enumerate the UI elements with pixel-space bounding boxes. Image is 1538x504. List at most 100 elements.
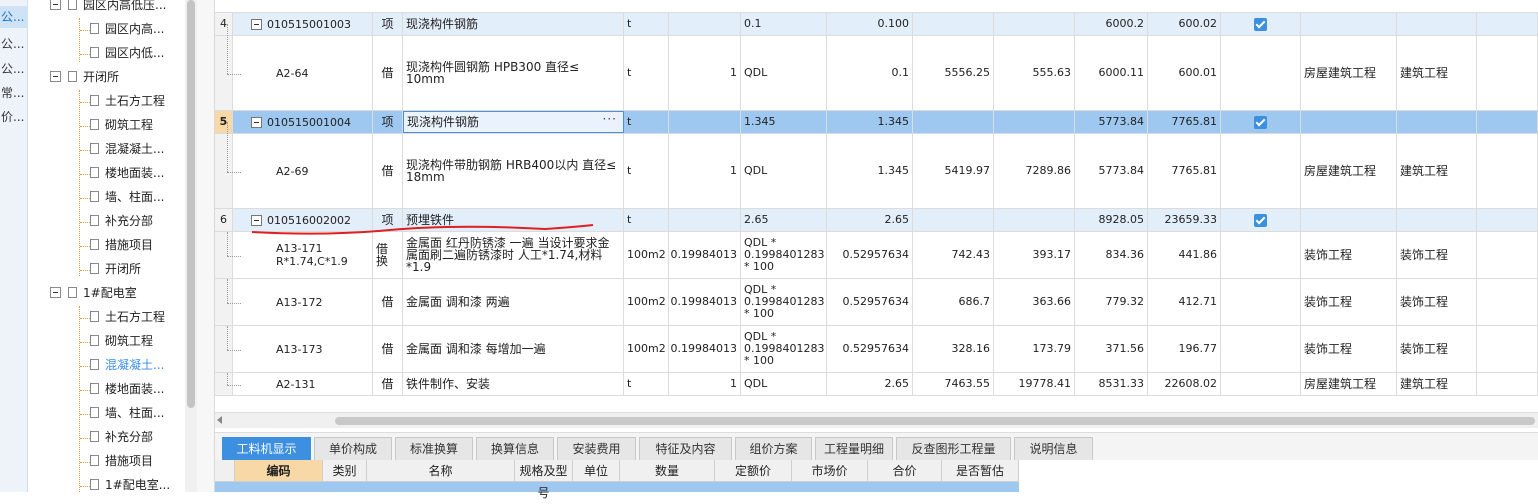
tree-node-label: 墙、柱面...: [105, 406, 165, 420]
collapse-icon[interactable]: [50, 71, 61, 82]
document-icon: [90, 167, 99, 178]
horizontal-scroll-thumb[interactable]: [335, 417, 1535, 425]
document-icon: [90, 407, 99, 418]
tree-leaf-node[interactable]: 土石方工程: [80, 306, 165, 328]
resource-column-header[interactable]: 规格及型号: [515, 460, 573, 500]
tree-node-label: 1#配电室...: [105, 478, 171, 492]
tab-2[interactable]: 标准换算: [395, 437, 473, 460]
tree-connector: [80, 126, 90, 127]
tree-leaf-node[interactable]: 园区内高...: [80, 18, 164, 40]
tree-node-label: 土石方工程: [105, 310, 166, 324]
resource-table-row[interactable]: [215, 482, 1019, 492]
tree-connector: [80, 198, 90, 199]
resource-column-header[interactable]: 市场价: [792, 460, 868, 482]
tree-connector: [80, 30, 90, 31]
tree-leaf-node[interactable]: 补充分部: [80, 210, 153, 232]
resource-column-header[interactable]: 编码: [235, 460, 323, 482]
tree-folder-node[interactable]: 开闭所: [50, 66, 119, 88]
tree-node-label: 开闭所: [105, 262, 142, 276]
document-icon: [90, 311, 99, 322]
project-tree: 园区内高低压... 园区内高... 园区内低... 开闭所 土石方工程 砌筑工程 混凝凝土.…: [28, 0, 185, 492]
tree-node-label: 楼地面装...: [105, 382, 165, 396]
tab-1[interactable]: 单价构成: [314, 437, 392, 460]
tree-leaf-node[interactable]: 园区内低...: [80, 42, 164, 64]
document-icon: [90, 143, 99, 154]
resource-column-header[interactable]: 数量: [620, 460, 715, 482]
document-icon: [68, 287, 77, 298]
tree-leaf-node[interactable]: 开闭所: [80, 258, 141, 280]
tree-node-label: 土石方工程: [105, 94, 166, 108]
scroll-left-arrow-icon[interactable]: [217, 416, 222, 424]
collapse-icon[interactable]: [50, 287, 61, 298]
tree-connector: [80, 102, 90, 103]
document-icon: [90, 263, 99, 274]
document-icon: [90, 191, 99, 202]
resource-column-header[interactable]: 定额价: [715, 460, 792, 482]
tree-connector: [80, 438, 90, 439]
left-nav-item[interactable]: 价...: [0, 106, 28, 128]
tree-leaf-node[interactable]: 措施项目: [80, 234, 153, 256]
tree-leaf-node[interactable]: 墙、柱面...: [80, 402, 164, 424]
tree-connector: [80, 366, 90, 367]
tree-leaf-node[interactable]: 砌筑工程: [80, 114, 153, 136]
grid-horizontal-scrollbar[interactable]: [215, 412, 1538, 428]
tree-leaf-node[interactable]: 补充分部: [80, 426, 153, 448]
left-nav-item[interactable]: 公...: [0, 58, 28, 80]
tree-node-label: 墙、柱面...: [105, 190, 165, 204]
document-icon: [90, 95, 99, 106]
tree-leaf-node[interactable]: 楼地面装...: [80, 162, 164, 184]
tree-connector: [80, 462, 90, 463]
tree-leaf-node[interactable]: 砌筑工程: [80, 330, 153, 352]
tree-node-label: 措施项目: [105, 238, 154, 252]
document-icon: [90, 47, 99, 58]
resource-column-header[interactable]: 类别: [323, 460, 367, 482]
tree-leaf-node[interactable]: 墙、柱面...: [80, 186, 164, 208]
tree-node-label: 开闭所: [83, 70, 120, 84]
tree-leaf-node[interactable]: 措施项目: [80, 450, 153, 472]
left-nav-item[interactable]: 公...: [0, 33, 28, 55]
resource-column-header[interactable]: 单位: [573, 460, 620, 482]
bill-grid: 4 010515001003 项现浇构件钢筋 t 0.1 0.100 6000.2 600.0…: [215, 0, 1538, 412]
tab-8[interactable]: 反查图形工程量: [896, 437, 1011, 460]
tab-6[interactable]: 组价方案: [735, 437, 812, 460]
tree-node-label: 楼地面装...: [105, 166, 165, 180]
tree-node-label: 措施项目: [105, 454, 154, 468]
tab-4[interactable]: 安装费用: [557, 437, 636, 460]
tree-connector: [80, 150, 90, 151]
tree-leaf-node[interactable]: 混凝凝土...: [80, 138, 164, 160]
tree-leaf-node[interactable]: 土石方工程: [80, 90, 165, 112]
document-icon: [90, 239, 99, 250]
tree-folder-node[interactable]: 1#配电室: [50, 282, 137, 304]
resource-column-header[interactable]: 合价: [868, 460, 942, 482]
document-icon: [90, 215, 99, 226]
tree-node-label: 砌筑工程: [105, 334, 154, 348]
tree-connector: [80, 246, 90, 247]
tab-5[interactable]: 特征及内容: [639, 437, 732, 460]
tab-0[interactable]: 工料机显示: [222, 437, 311, 460]
tree-node-label: 砌筑工程: [105, 118, 154, 132]
panel-divider: [197, 0, 215, 492]
tab-7[interactable]: 工程量明细: [815, 437, 893, 460]
left-strip: 公... 公... 公... 常... 价...: [0, 0, 28, 492]
left-nav-item[interactable]: 常...: [0, 82, 28, 104]
tree-leaf-node[interactable]: 混凝凝土...: [80, 354, 164, 376]
tree-node-label: 园区内高...: [105, 22, 165, 36]
tab-3[interactable]: 换算信息: [476, 437, 554, 460]
tree-leaf-node[interactable]: 楼地面装...: [80, 378, 164, 400]
resource-column-header[interactable]: 名称: [367, 460, 515, 482]
tree-node-label: 补充分部: [105, 430, 154, 444]
left-nav-item[interactable]: 公...: [0, 6, 28, 28]
detail-tabs: 工料机显示 单价构成 标准换算 换算信息 安装费用 特征及内容 组价方案 工程量明细 反查图形工…: [215, 432, 1538, 460]
resource-header-blank: [215, 460, 235, 482]
tree-leaf-node[interactable]: 1#配电室...: [80, 474, 170, 492]
tree-node-label: 混凝凝土...: [105, 142, 165, 156]
tree-scrollbar-thumb[interactable]: [187, 0, 195, 408]
tree-folder-node[interactable]: 园区内高低压...: [50, 0, 166, 16]
empty-area: [1019, 460, 1538, 492]
tab-9[interactable]: 说明信息: [1014, 437, 1093, 460]
document-icon: [90, 23, 99, 34]
tree-node-label: 园区内低...: [105, 46, 165, 60]
collapse-icon[interactable]: [50, 0, 61, 10]
document-icon: [90, 335, 99, 346]
resource-column-header[interactable]: 是否暂估: [942, 460, 1019, 482]
